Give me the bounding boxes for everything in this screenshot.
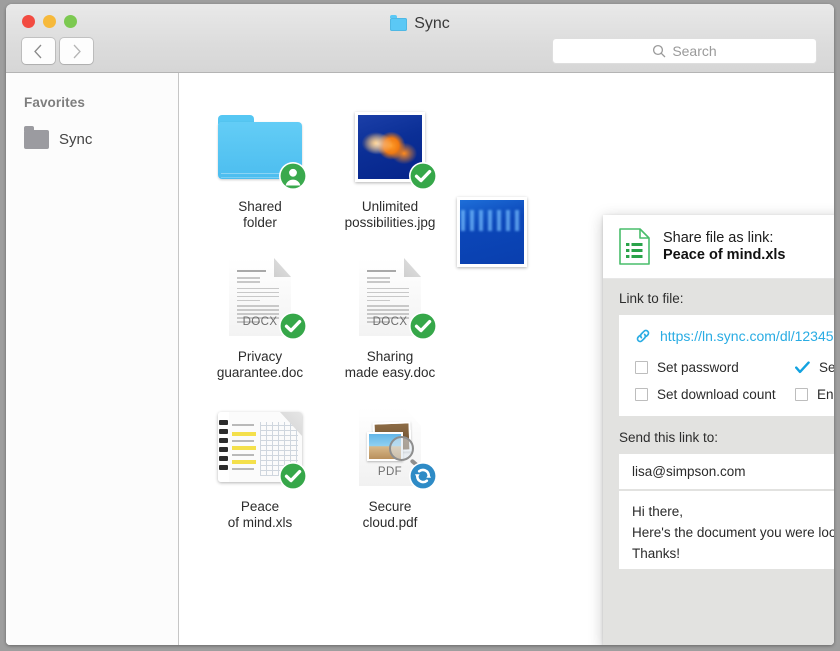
option-set-download-count[interactable]: Set download count — [635, 387, 795, 402]
window-body: Favorites Sync Shared folder Unlimited p… — [6, 73, 834, 645]
screenshot-root: Sync Search Favorites Sync Shared folder… — [0, 0, 840, 651]
message-line: Here's the document you were looking for… — [632, 525, 834, 540]
file-thumbnail: DOCX — [214, 251, 307, 343]
link-row[interactable]: https://ln.sync.com/dl/123456 — [619, 315, 834, 358]
file-label: Privacy guarantee.doc — [216, 349, 304, 380]
option-label: Set download count — [657, 387, 776, 402]
search-input[interactable]: Search — [552, 38, 817, 64]
option-enable-notifications[interactable]: Enable notifications — [795, 387, 834, 402]
checkbox[interactable] — [635, 361, 648, 374]
file-thumbnail: PDF — [344, 401, 437, 493]
link-section-label: Link to file: — [619, 291, 684, 306]
option-set-password[interactable]: Set password — [635, 360, 795, 375]
file-item-secure-cloud[interactable]: PDF Secure cloud.pdf — [325, 401, 455, 551]
file-item-sharing-made-easy[interactable]: DOCX Sharing made easy.doc — [325, 251, 455, 401]
dialog-filename: Peace of mind.xls — [663, 246, 786, 263]
file-item-shared-folder[interactable]: Shared folder — [195, 101, 325, 251]
link-options: Set password Set expiry date — [619, 358, 834, 416]
file-label: Secure cloud.pdf — [362, 499, 418, 530]
option-label: Set expiry date — [819, 360, 834, 375]
search-placeholder: Search — [672, 43, 717, 59]
search-icon — [653, 44, 666, 58]
share-link-url[interactable]: https://ln.sync.com/dl/123456 — [660, 328, 834, 344]
file-thumbnail — [214, 101, 307, 193]
spreadsheet-file-icon — [619, 228, 650, 265]
sidebar-item-label: Sync — [59, 130, 93, 148]
zoom-window-button[interactable] — [64, 15, 77, 28]
chain-link-icon — [636, 329, 650, 343]
shared-user-badge — [279, 162, 307, 190]
file-label: Unlimited possibilities.jpg — [344, 199, 436, 230]
file-label: Peace of mind.xls — [227, 499, 293, 530]
option-set-expiry-date[interactable]: Set expiry date — [795, 360, 834, 375]
message-textarea[interactable]: Hi there, Here's the document you were l… — [619, 491, 834, 569]
recipient-input[interactable]: lisa@simpson.com — [619, 454, 834, 489]
link-section: Link to file: https://ln.sync.com/dl/123… — [603, 279, 834, 416]
file-item-peace-of-mind[interactable]: Peace of mind.xls — [195, 401, 325, 551]
folder-icon — [24, 125, 49, 149]
finder-window: Sync Search Favorites Sync Shared folder… — [6, 4, 834, 645]
synced-check-badge — [279, 312, 307, 340]
message-line: Thanks! — [632, 546, 681, 561]
synced-check-badge — [279, 462, 307, 490]
file-thumbnail — [214, 401, 307, 493]
window-title: Sync — [414, 15, 450, 32]
dialog-heading: Share file as link: — [663, 229, 774, 246]
dialog-title-group: Share file as link: Peace of mind.xls — [663, 230, 786, 264]
dialog-header: Share file as link: Peace of mind.xls ✕ — [603, 215, 834, 279]
back-button[interactable] — [22, 38, 55, 64]
synced-check-badge — [409, 162, 437, 190]
file-label: Sharing made easy.doc — [344, 349, 436, 380]
window-title-group: Sync — [6, 14, 834, 33]
sidebar-section-favorites: Favorites — [24, 95, 85, 110]
file-browser-area: Shared folder Unlimited possibilities.jp… — [179, 73, 834, 645]
file-thumbnail: DOCX — [344, 251, 437, 343]
file-thumbnail — [344, 101, 437, 193]
syncing-badge — [409, 462, 437, 490]
link-panel: https://ln.sync.com/dl/123456 Set passwo… — [619, 315, 834, 416]
recipient-value: lisa@simpson.com — [632, 464, 746, 479]
option-label: Enable notifications — [817, 387, 834, 402]
chevron-right-icon — [73, 44, 81, 58]
send-to-label: Send this link to: — [619, 430, 719, 445]
traffic-light-group — [22, 15, 77, 28]
file-item-privacy-guarantee[interactable]: DOCX Privacy guarantee.doc — [195, 251, 325, 401]
file-item-unlimited-possibilities[interactable]: Unlimited possibilities.jpg — [325, 101, 455, 251]
checkbox[interactable] — [795, 388, 808, 401]
close-window-button[interactable] — [22, 15, 35, 28]
obscured-photo-thumbnail[interactable] — [457, 197, 527, 267]
minimize-window-button[interactable] — [43, 15, 56, 28]
file-label: Shared folder — [238, 199, 282, 230]
message-line: Hi there, — [632, 504, 684, 519]
navigation-buttons — [22, 38, 93, 64]
chevron-left-icon — [34, 44, 42, 58]
option-label: Set password — [657, 360, 739, 375]
folder-icon — [390, 14, 408, 31]
window-titlebar: Sync Search — [6, 4, 834, 73]
checkbox[interactable] — [635, 388, 648, 401]
dialog-footer: Send — [603, 569, 834, 621]
sidebar: Favorites Sync — [6, 73, 179, 645]
synced-check-badge — [409, 312, 437, 340]
sidebar-item-sync[interactable]: Sync — [6, 125, 178, 152]
forward-button[interactable] — [60, 38, 93, 64]
share-link-dialog: Share file as link: Peace of mind.xls ✕ … — [603, 215, 834, 645]
checkbox-checked-icon[interactable] — [795, 361, 810, 374]
